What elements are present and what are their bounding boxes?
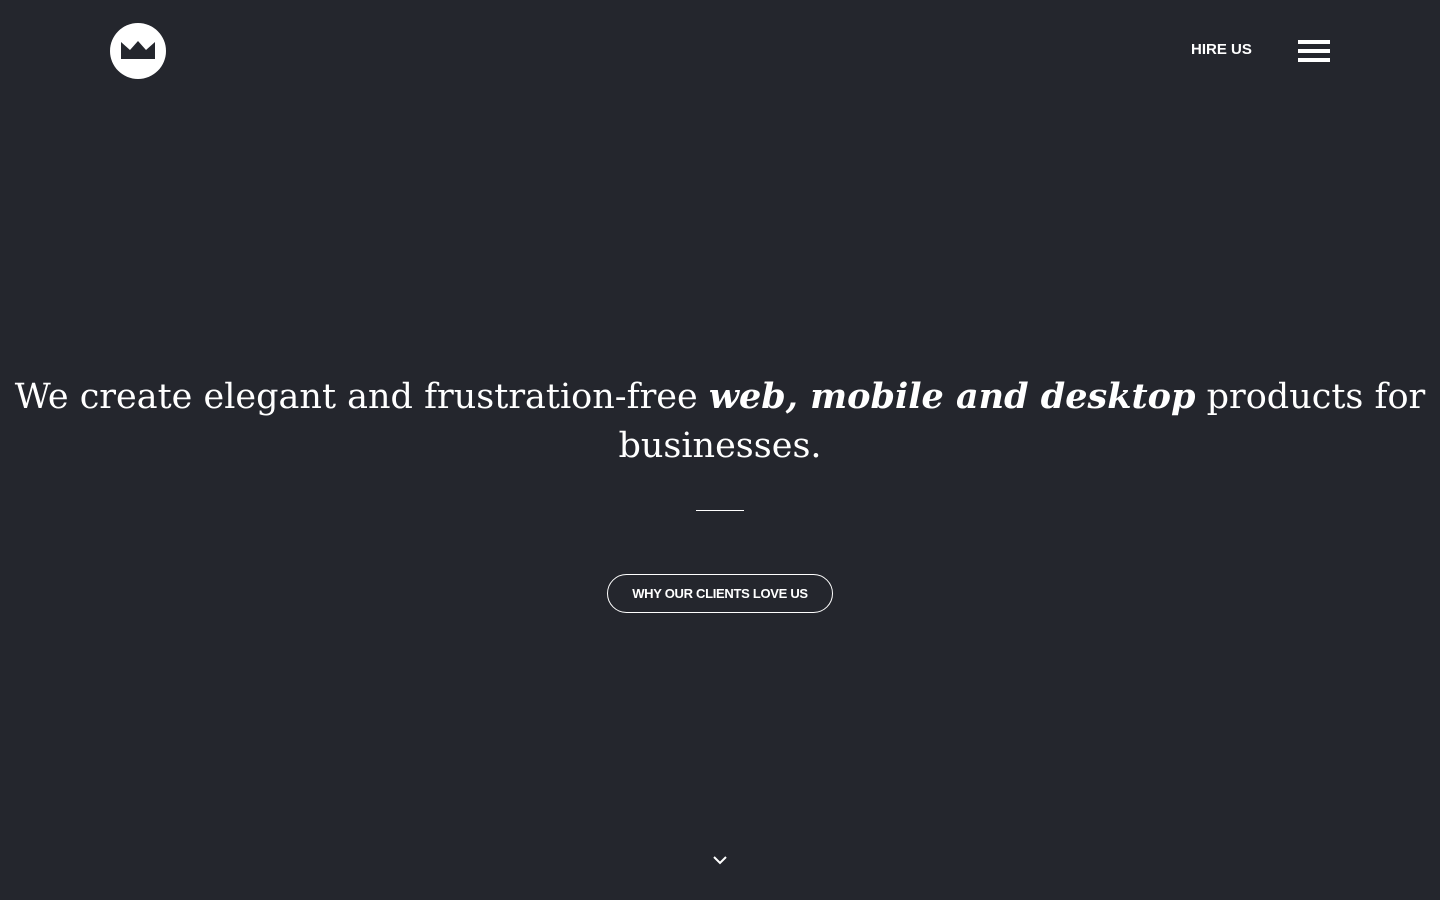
- hamburger-menu-icon: [1298, 40, 1330, 44]
- hamburger-menu-icon-bar: [1298, 58, 1330, 62]
- scroll-down-button[interactable]: [710, 852, 730, 868]
- divider: [696, 510, 744, 511]
- why-clients-love-us-button[interactable]: WHY OUR CLIENTS LOVE US: [607, 574, 833, 613]
- chevron-down-icon: [713, 856, 727, 865]
- crown-icon: [110, 23, 166, 79]
- hire-us-link[interactable]: HIRE US: [1191, 40, 1252, 60]
- headline-emphasis: web, mobile and desktop: [708, 376, 1196, 417]
- logo-link[interactable]: [110, 23, 166, 79]
- headline-text-1: We create elegant and frustration-free: [14, 377, 709, 417]
- menu-button[interactable]: [1298, 40, 1330, 62]
- hero-headline: We create elegant and frustration-free w…: [0, 372, 1440, 471]
- hamburger-menu-icon-bar: [1298, 49, 1330, 53]
